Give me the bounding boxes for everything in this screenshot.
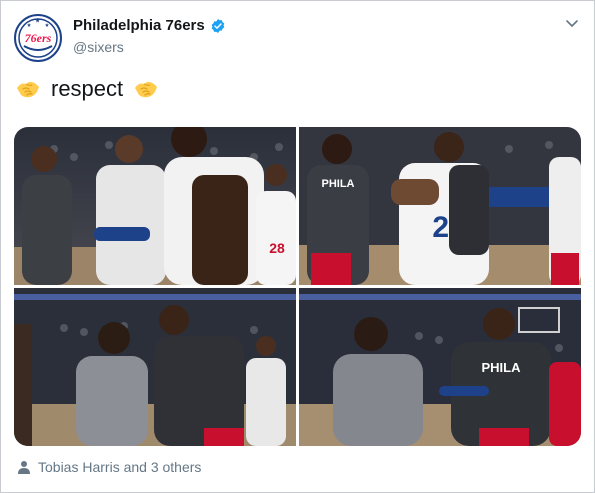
handshake-icon xyxy=(17,81,39,98)
chevron-down-icon[interactable] xyxy=(564,15,580,31)
photo-4[interactable]: PHILA xyxy=(299,288,581,446)
display-name[interactable]: Philadelphia 76ers xyxy=(73,17,205,34)
sixers-logo-icon: 76ers xyxy=(17,17,59,59)
tweet-text: respect xyxy=(15,75,159,103)
verified-badge-icon xyxy=(211,18,225,33)
shirt-text: PHILA xyxy=(482,360,522,375)
photo-1[interactable]: 28 xyxy=(14,127,296,285)
account-handle[interactable]: @sixers xyxy=(73,39,226,55)
photo-2[interactable]: PHILA 28 xyxy=(299,127,581,285)
person-icon xyxy=(18,461,30,474)
tweet-text-content: respect xyxy=(51,76,124,101)
avatar-text: 76ers xyxy=(25,31,52,45)
handshake-icon xyxy=(135,81,158,98)
photo-3[interactable] xyxy=(14,288,296,446)
tagged-text[interactable]: Tobias Harris and 3 others xyxy=(38,459,201,475)
tweet-card: 76ers Philadelphia 76ers @sixers respect xyxy=(0,0,595,493)
jersey-number: 28 xyxy=(269,240,285,256)
display-name-row[interactable]: Philadelphia 76ers xyxy=(73,17,226,34)
profile-avatar[interactable]: 76ers xyxy=(14,14,62,62)
photo-grid: 28 PHILA 28 xyxy=(14,127,581,446)
account-names: Philadelphia 76ers @sixers xyxy=(73,17,226,55)
tagged-people[interactable]: Tobias Harris and 3 others xyxy=(17,459,201,475)
shirt-text: PHILA xyxy=(322,178,355,190)
